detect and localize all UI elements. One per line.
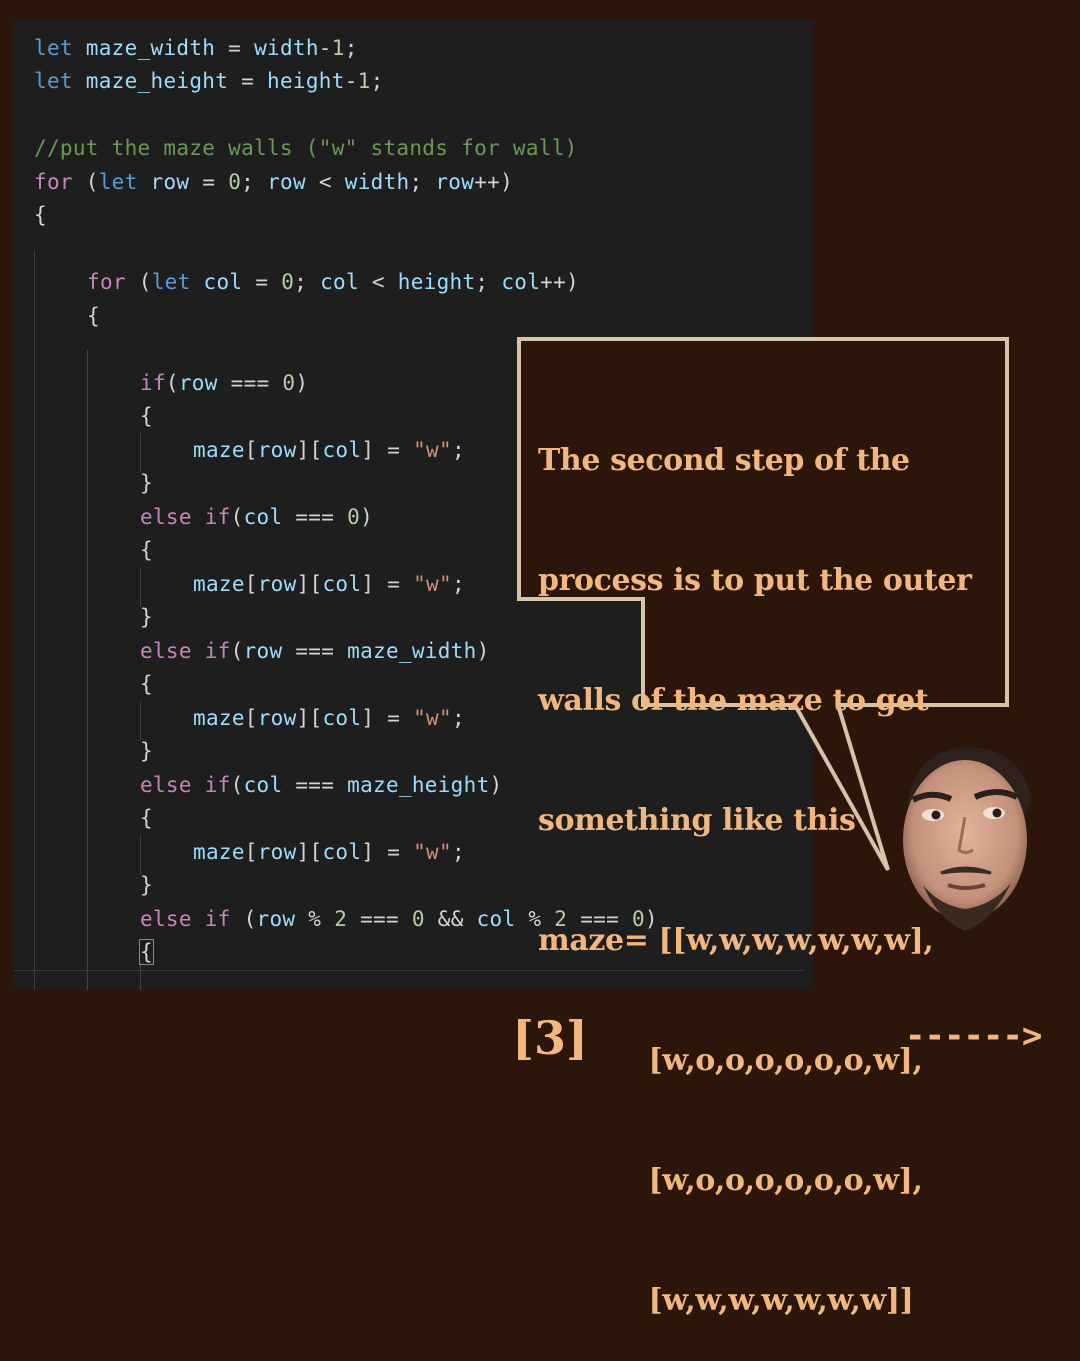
next-arrow[interactable]: ------> bbox=[905, 1012, 1042, 1060]
speech-line: process is to put the outer bbox=[538, 563, 972, 598]
avatar-eye bbox=[992, 808, 1002, 818]
avatar-eye bbox=[931, 810, 941, 820]
speech-line: [w,w,w,w,w,w,w]] bbox=[538, 1283, 914, 1318]
speech-line: The second step of the bbox=[538, 443, 910, 478]
avatar bbox=[903, 747, 1031, 931]
page-number: [3] bbox=[512, 1011, 588, 1065]
avatar-face bbox=[903, 760, 1027, 920]
speech-line: walls of the maze to get bbox=[538, 683, 929, 718]
speech-line: [w,o,o,o,o,o,o,w], bbox=[538, 1163, 923, 1198]
